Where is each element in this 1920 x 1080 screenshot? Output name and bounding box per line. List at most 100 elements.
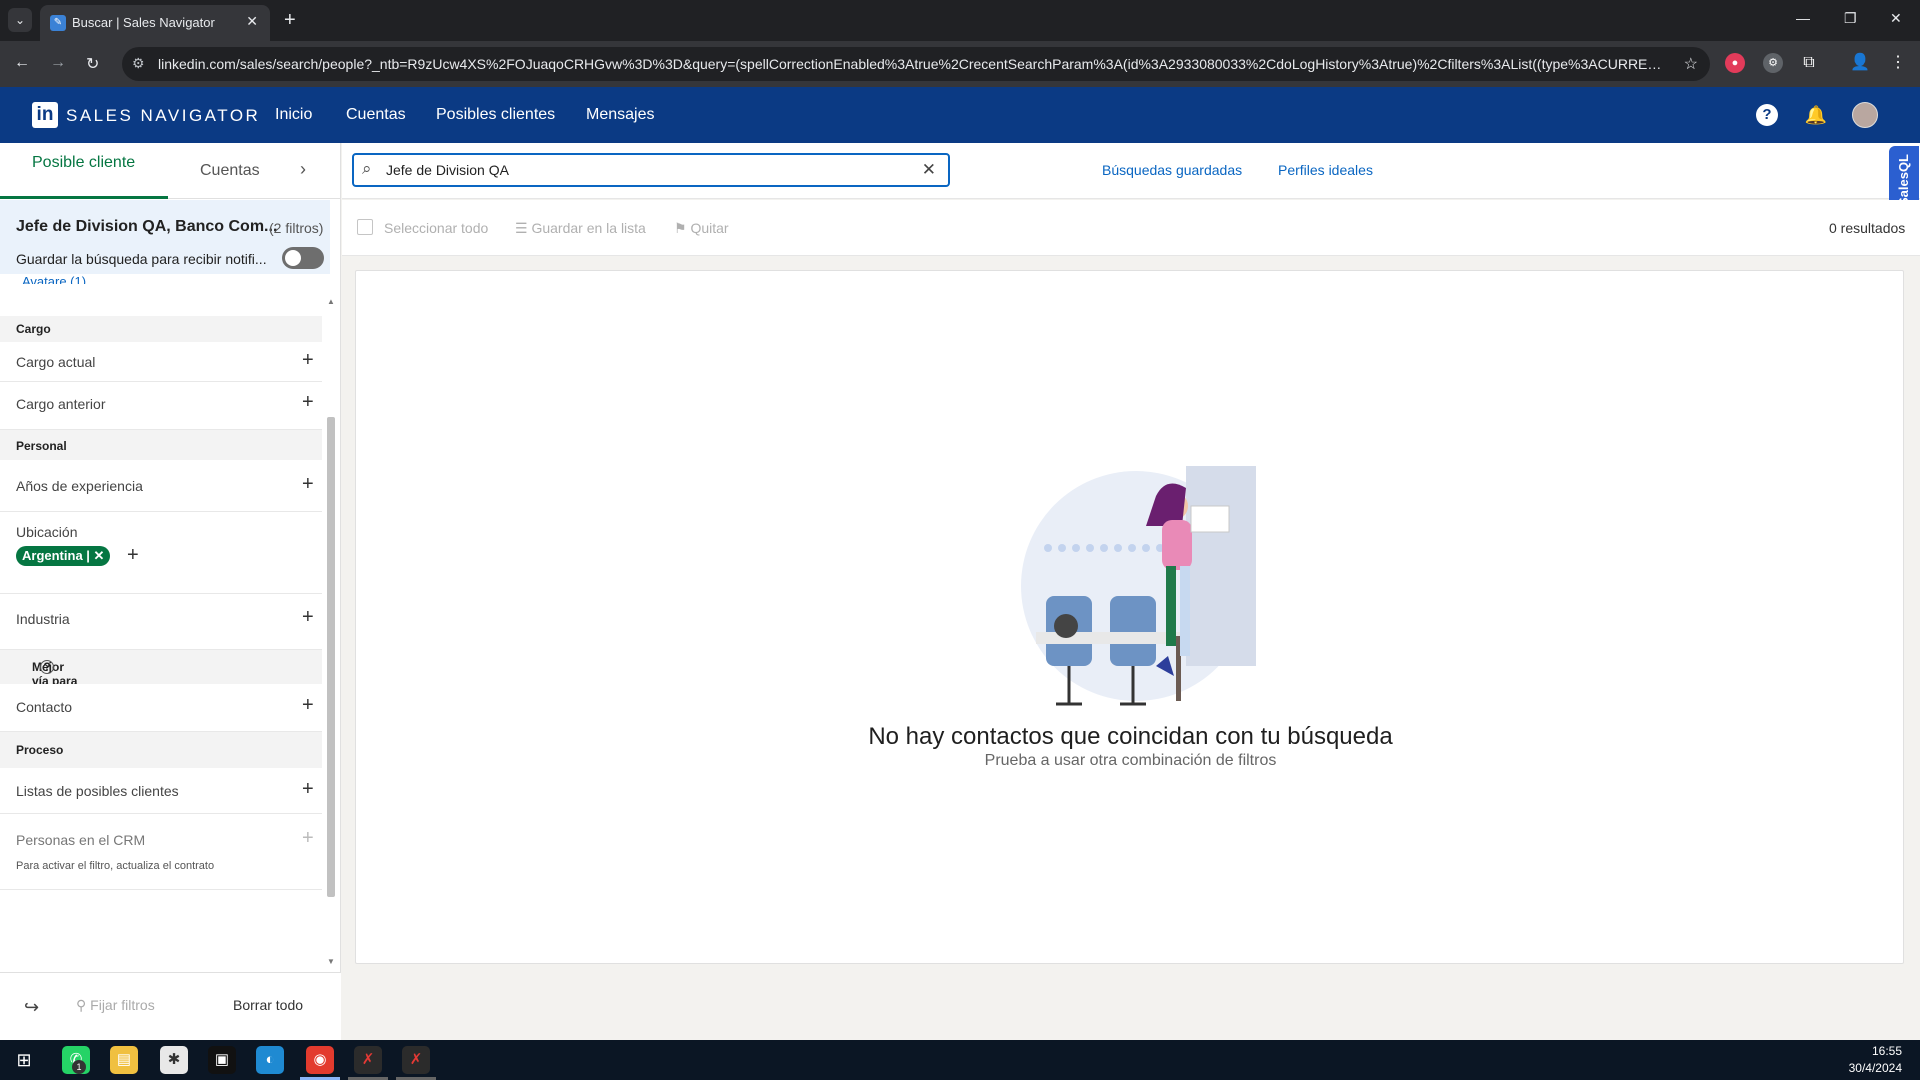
filter-industria[interactable]: Industria + [0, 594, 322, 650]
tab-label: Posible cliente [32, 154, 136, 171]
filter-cargo-actual[interactable]: Cargo actual + [0, 342, 322, 382]
save-to-list-button[interactable]: ☰ Guardar en la lista [515, 220, 646, 237]
help-icon[interactable]: ? [1756, 104, 1778, 126]
current-search-summary: Jefe de Division QA, Banco Com... (2 fil… [0, 200, 330, 274]
scroll-down-icon[interactable]: ▼ [326, 957, 336, 966]
nav-cuentas[interactable]: Cuentas [346, 106, 406, 124]
help-circle-icon[interactable]: ? [40, 660, 54, 674]
clear-search-icon[interactable]: ✕ [922, 160, 936, 180]
scrollbar-thumb[interactable] [327, 417, 335, 897]
pin-icon: ⚲ [76, 997, 87, 1013]
back-icon[interactable]: ← [14, 54, 30, 72]
address-bar[interactable]: ⚙ linkedin.com/sales/search/people?_ntb=… [122, 47, 1710, 81]
windows-start-icon[interactable]: ⊞ [10, 1046, 38, 1074]
pin-filters-label: Fijar filtros [90, 997, 155, 1013]
empty-state-illustration [1021, 466, 1256, 706]
location-chip-argentina[interactable]: Argentina | ✕ [16, 546, 111, 566]
add-filter-icon[interactable]: + [302, 778, 314, 801]
profile-icon[interactable]: 👤 [1850, 53, 1870, 73]
search-input[interactable] [386, 160, 906, 180]
restore-icon[interactable]: ❐ [1844, 10, 1857, 27]
nav-posibles-clientes[interactable]: Posibles clientes [436, 106, 555, 124]
section-cargo: Cargo [0, 316, 322, 342]
file-explorer-icon[interactable]: ▤ [110, 1046, 138, 1074]
add-filter-icon[interactable]: + [302, 349, 314, 372]
results-action-bar: Seleccionar todo ☰ Guardar en la lista ⚑… [342, 200, 1920, 256]
share-icon[interactable]: ↪ [24, 997, 39, 1018]
browser-tab[interactable]: ✎ Buscar | Sales Navigator ✕ [40, 5, 270, 41]
add-filter-icon[interactable]: + [302, 606, 314, 629]
close-window-icon[interactable]: ✕ [1890, 10, 1902, 27]
edge-browser-icon[interactable]: ◐ [256, 1046, 284, 1074]
add-location-icon[interactable]: + [127, 544, 139, 567]
nav-mensajes[interactable]: Mensajes [586, 106, 654, 124]
chrome-browser-icon[interactable]: ◉ [306, 1046, 334, 1074]
filter-contacto[interactable]: Contacto + [0, 684, 322, 732]
bookmark-icon: ⚑ [674, 220, 687, 236]
clear-all-button[interactable]: Borrar todo [233, 997, 303, 1013]
tab-search-icon[interactable]: ⌄ [8, 8, 32, 32]
notifications-bell-icon[interactable]: 🔔 [1804, 103, 1828, 127]
close-tab-icon[interactable]: ✕ [246, 13, 258, 30]
bookmark-star-icon[interactable]: ☆ [1684, 54, 1698, 74]
keyword-search-box[interactable]: ⌕ ✕ [352, 153, 950, 187]
filter-ubicacion[interactable]: Ubicación Argentina | ✕ + [0, 512, 322, 594]
minimize-icon[interactable]: — [1796, 10, 1810, 26]
add-filter-icon[interactable]: + [302, 391, 314, 414]
add-filter-icon-disabled: + [302, 827, 314, 849]
chevron-right-icon[interactable]: › [300, 159, 306, 180]
empty-state-title: No hay contactos que coincidan con tu bú… [868, 723, 1393, 750]
app-icon[interactable]: ✗ [402, 1046, 430, 1074]
user-avatar[interactable] [1852, 102, 1878, 128]
remove-button[interactable]: ⚑ Quitar [674, 220, 729, 237]
new-tab-icon[interactable]: + [284, 9, 296, 32]
save-search-toggle[interactable] [282, 247, 324, 269]
saved-searches-link[interactable]: Búsquedas guardadas [1102, 162, 1242, 178]
app-icon[interactable]: ✗ [354, 1046, 382, 1074]
salesql-label: SalesQL [1896, 154, 1911, 207]
scroll-up-icon[interactable]: ▲ [326, 297, 336, 306]
empty-state-subtitle: Prueba a usar otra combinación de filtro… [984, 752, 1277, 769]
linkedin-logo[interactable]: in [32, 102, 58, 128]
brand-name[interactable]: SALES NAVIGATOR [66, 106, 260, 126]
filter-anos-experiencia[interactable]: Años de experiencia + [0, 460, 322, 512]
filter-listas[interactable]: Listas de posibles clientes + [0, 768, 322, 814]
pin-filters-button[interactable]: ⚲ Fijar filtros [76, 997, 155, 1014]
site-settings-icon[interactable]: ⚙ [132, 55, 145, 72]
ideal-profiles-link[interactable]: Perfiles ideales [1278, 162, 1373, 178]
remove-label: Quitar [690, 220, 729, 236]
save-search-label: Guardar la búsqueda para recibir notifi.… [16, 251, 267, 267]
filter-label: Industria [16, 611, 70, 627]
filter-list: Avatare (1) Cargo Cargo actual + Cargo a… [0, 274, 322, 964]
select-all-label[interactable]: Seleccionar todo [384, 220, 488, 236]
select-all-checkbox[interactable] [357, 219, 373, 235]
filter-label: Listas de posibles clientes [16, 783, 179, 799]
extensions-puzzle-icon[interactable]: ⧉ [1799, 53, 1819, 73]
tab-title: Buscar | Sales Navigator [72, 15, 215, 30]
browser-tab-strip: ⌄ ✎ Buscar | Sales Navigator ✕ + — ❐ ✕ [0, 0, 1920, 41]
sidebar-footer: ↪ ⚲ Fijar filtros Borrar todo [0, 972, 341, 1040]
forward-icon[interactable]: → [50, 54, 66, 72]
nav-inicio[interactable]: Inicio [275, 106, 312, 124]
sidebar-scrollbar[interactable]: ▲ ▼ [326, 297, 336, 967]
tab-cuentas[interactable]: Cuentas [200, 162, 260, 180]
filter-cargo-anterior[interactable]: Cargo anterior + [0, 382, 322, 430]
toggle-knob [285, 250, 301, 266]
system-clock[interactable]: 16:55 30/4/2024 [1849, 1043, 1902, 1077]
reload-icon[interactable]: ↻ [86, 54, 99, 74]
remove-chip-icon[interactable]: ✕ [94, 548, 105, 563]
app-icon[interactable]: ▣ [208, 1046, 236, 1074]
browser-menu-icon[interactable]: ⋮ [1888, 53, 1908, 73]
extension-icon[interactable]: ● [1725, 53, 1745, 73]
windows-taskbar: ⊞ ✆ 1 ▤ ✱ ▣ ◐ ◉ ✗ ✗ 16:55 30/4/2024 [0, 1040, 1920, 1080]
add-filter-icon[interactable]: + [302, 694, 314, 717]
search-summary-title[interactable]: Jefe de Division QA, Banco Com... [16, 218, 277, 236]
results-count: 0 resultados [1829, 220, 1906, 236]
clock-time: 16:55 [1871, 1044, 1902, 1058]
extension-icon[interactable]: ⚙ [1763, 53, 1783, 73]
tab-posible-cliente[interactable]: Posible cliente [0, 143, 168, 199]
slack-icon[interactable]: ✱ [160, 1046, 188, 1074]
filter-label: Contacto [16, 699, 73, 715]
section-personal: Personal [0, 430, 322, 460]
add-filter-icon[interactable]: + [302, 473, 314, 496]
